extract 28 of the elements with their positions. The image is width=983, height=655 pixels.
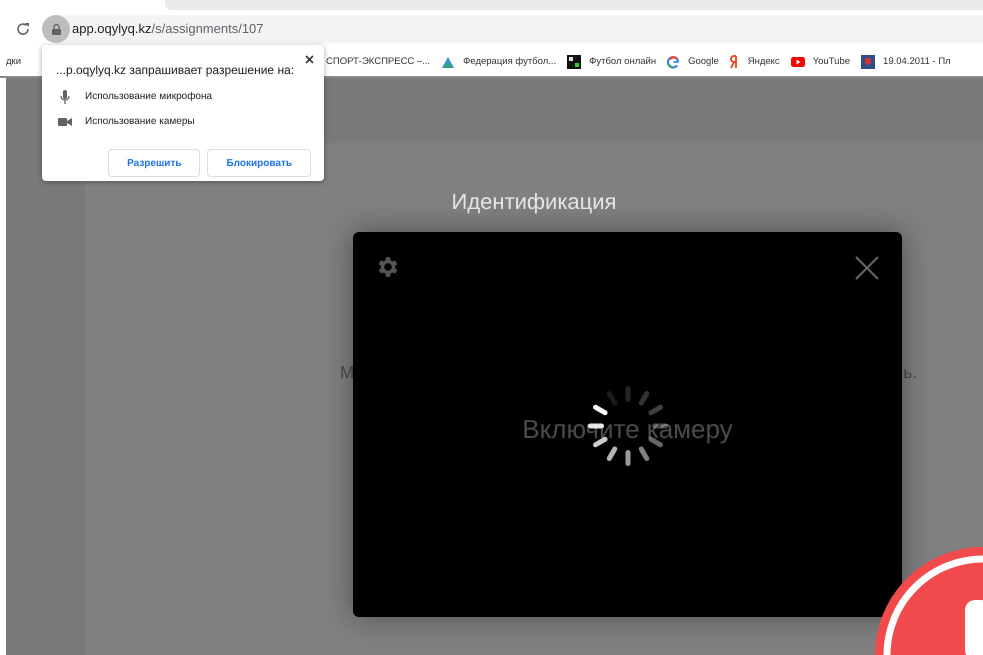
close-icon[interactable]	[855, 256, 879, 280]
bookmark[interactable]: Google	[667, 54, 719, 70]
bookmark[interactable]: Федерация футбол...	[441, 54, 556, 70]
letter-logo-icon	[730, 55, 740, 69]
camera-message: Включите камеру	[521, 413, 734, 446]
permission-label: Использование микрофона	[85, 90, 212, 104]
permission-label: Использование камеры	[85, 115, 195, 129]
reload-icon[interactable]	[16, 22, 30, 36]
g-logo-icon	[667, 56, 680, 68]
microphone-icon	[60, 90, 70, 104]
video-camera-icon	[58, 116, 72, 126]
tile-icon	[567, 55, 582, 69]
url-text: app.oqylyq.kz/s/assignments/107	[72, 20, 264, 38]
bookmark[interactable]: Яндекс	[730, 54, 780, 70]
allow-button[interactable]: Разрешить	[108, 149, 200, 177]
bookmark[interactable]: 19.04.2011 - Пл	[861, 54, 951, 70]
lock-icon[interactable]	[42, 15, 70, 43]
warning-badge-icon	[873, 545, 983, 655]
bookmark[interactable]: СПОРТ-ЭКСПРЕСС –...	[326, 54, 430, 70]
bookmark[interactable]: Футбол онлайн	[567, 54, 656, 70]
play-logo-icon	[790, 57, 805, 67]
bookmark[interactable]: YouTube	[790, 54, 850, 70]
page-heading: Идентификация	[452, 188, 616, 216]
crest-icon	[861, 55, 876, 69]
block-button[interactable]: Блокировать	[207, 149, 311, 177]
popup-title: ...p.oqylyq.kz запрашивает разрешение на:	[56, 62, 296, 79]
address-bar[interactable]: app.oqylyq.kz/s/assignments/107	[42, 15, 983, 43]
mountain-icon	[441, 55, 456, 69]
